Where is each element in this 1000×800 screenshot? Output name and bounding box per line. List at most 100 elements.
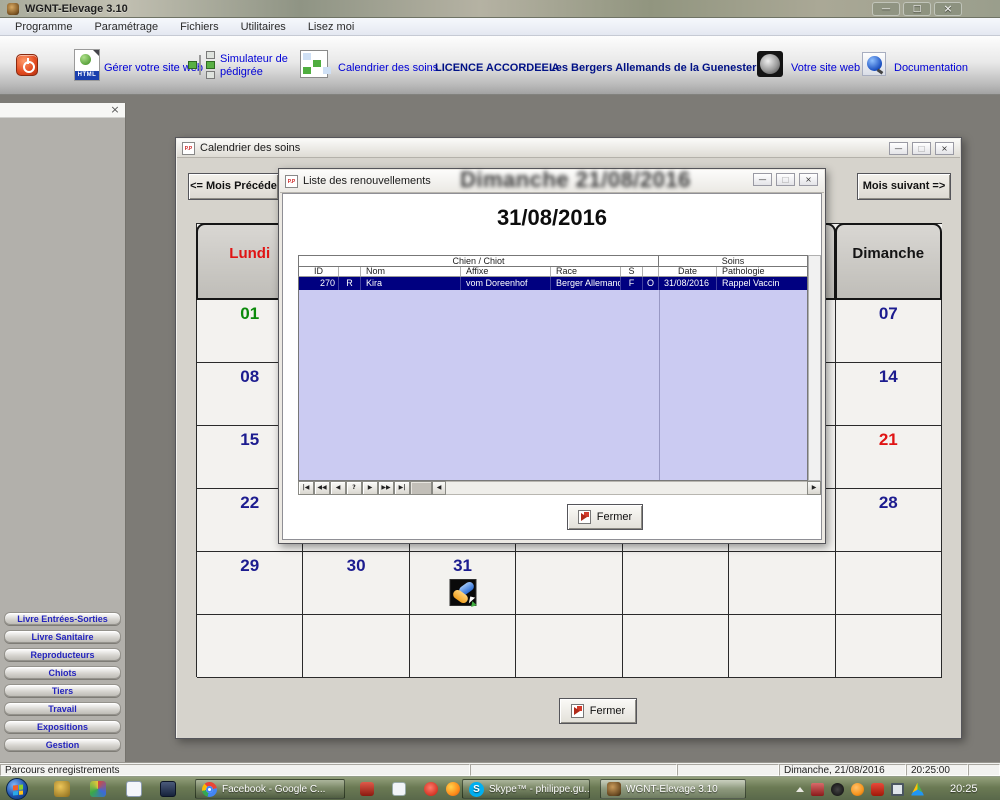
taskbar-icon-white[interactable] <box>392 782 406 796</box>
calendar-day-cell[interactable] <box>516 552 622 615</box>
tray-icon-red[interactable] <box>811 783 824 796</box>
sidebar-close-icon[interactable] <box>109 104 121 116</box>
tray-icon-pinwheel[interactable] <box>831 783 844 796</box>
calendar-day-cell[interactable] <box>516 615 622 678</box>
manage-website-icon[interactable]: HTML <box>74 49 100 81</box>
nav-fast-forward-button[interactable]: ▶▶ <box>378 481 394 495</box>
calendar-day-cell[interactable] <box>197 615 303 678</box>
taskbar-task-skype[interactable]: Skype™ - philippe.gu... <box>462 779 590 799</box>
next-month-button[interactable]: Mois suivant => <box>857 173 951 200</box>
table-row-selected[interactable]: 270 R Kira vom Doreenhof Berger Allemand… <box>298 277 808 290</box>
wgnt-app-icon <box>607 782 621 796</box>
tray-icon-speaker[interactable] <box>871 783 884 796</box>
power-button[interactable] <box>16 54 38 76</box>
firefox-icon[interactable] <box>446 782 460 796</box>
menu-lisez-moi[interactable]: Lisez moi <box>297 18 365 36</box>
calendar-day-cell-31[interactable]: 31 <box>410 552 516 615</box>
scroll-right-icon[interactable] <box>807 481 821 495</box>
calendar-day-cell[interactable] <box>623 552 729 615</box>
close-button[interactable]: × <box>799 173 818 186</box>
tray-icon-display[interactable] <box>891 783 904 796</box>
pedigree-simulator-label-line2[interactable]: pédigrée <box>220 66 263 78</box>
start-button[interactable] <box>6 778 28 800</box>
pinned-icon-colored[interactable] <box>90 781 106 797</box>
calendar-day-cell[interactable]: 21 <box>836 426 942 489</box>
pinned-icon-laptop[interactable] <box>160 781 176 797</box>
pedigree-simulator-icon[interactable] <box>188 51 216 79</box>
cell-race: Berger Allemand <box>551 277 621 290</box>
nav-last-button[interactable]: ▶| <box>394 481 410 495</box>
calendar-day-cell[interactable]: 28 <box>836 489 942 552</box>
column-race: Race <box>551 267 621 276</box>
scroll-left-icon[interactable] <box>432 481 446 495</box>
table-empty-area[interactable] <box>298 290 808 481</box>
taskbar-clock[interactable]: 20:25 <box>950 777 978 800</box>
taskbar-icon-red-circle[interactable] <box>424 782 438 796</box>
care-calendar-icon[interactable] <box>300 50 328 78</box>
scrollbar-track[interactable] <box>446 481 807 495</box>
globe-icon[interactable] <box>757 51 783 77</box>
nav-forward-button[interactable]: ▶ <box>362 481 378 495</box>
menu-fichiers[interactable]: Fichiers <box>169 18 230 36</box>
app-titlebar[interactable]: WGNT-Elevage 3.10 <box>0 0 1000 18</box>
calendar-day-cell[interactable]: 30 <box>303 552 409 615</box>
tray-icon-drive[interactable] <box>911 783 924 796</box>
tray-icon-orange[interactable] <box>851 783 864 796</box>
tray-expand-icon[interactable] <box>796 787 804 792</box>
dialog-titlebar[interactable]: Liste des renouvellements — □ × <box>280 170 824 193</box>
pedigree-simulator-label-line1[interactable]: Simulateur de <box>220 53 288 65</box>
documentation-icon[interactable] <box>862 52 886 76</box>
close-button[interactable] <box>934 2 962 16</box>
cell-pathologie: Rappel Vaccin <box>717 277 807 290</box>
nav-back-button[interactable]: ◀ <box>330 481 346 495</box>
maximize-button[interactable] <box>903 2 931 16</box>
sidebar-button-tiers[interactable]: Tiers <box>4 684 121 697</box>
care-calendar-label[interactable]: Calendrier des soins <box>338 62 438 74</box>
sidebar-button-livre-entrees-sorties[interactable]: Livre Entrées-Sorties <box>4 612 121 625</box>
sidebar-button-gestion[interactable]: Gestion <box>4 738 121 751</box>
sidebar-button-chiots[interactable]: Chiots <box>4 666 121 679</box>
calendar-day-cell[interactable] <box>729 552 835 615</box>
pinned-icon-gold[interactable] <box>54 781 70 797</box>
minimize-button[interactable] <box>872 2 900 16</box>
sidebar-button-livre-sanitaire[interactable]: Livre Sanitaire <box>4 630 121 643</box>
calendar-day-cell[interactable]: 07 <box>836 300 942 363</box>
nav-search-button[interactable]: ? <box>346 481 362 495</box>
pinned-icon-document[interactable] <box>126 781 142 797</box>
menu-parametrage[interactable]: Paramétrage <box>83 18 169 36</box>
calendar-day-cell[interactable] <box>303 615 409 678</box>
vertical-scrollbar[interactable] <box>808 255 821 481</box>
calendar-day-cell[interactable] <box>836 552 942 615</box>
taskbar-icon-red[interactable] <box>360 782 374 796</box>
documentation-label[interactable]: Documentation <box>894 62 968 74</box>
minimize-button[interactable]: — <box>753 173 772 186</box>
calendar-day-cell[interactable] <box>729 615 835 678</box>
taskbar-task-chrome[interactable]: Facebook - Google C... <box>195 779 345 799</box>
nav-fast-back-button[interactable]: ◀◀ <box>314 481 330 495</box>
calendar-day-cell[interactable] <box>623 615 729 678</box>
calendar-close-button[interactable]: Fermer <box>559 698 637 724</box>
calendar-window-titlebar[interactable]: Calendrier des soins — □ × <box>177 139 960 158</box>
scrollbar-thumb[interactable] <box>410 481 432 495</box>
dialog-close-button[interactable]: Fermer <box>567 504 643 530</box>
maximize-button[interactable]: □ <box>776 173 795 186</box>
calendar-day-cell[interactable]: 29 <box>197 552 303 615</box>
maximize-button[interactable]: □ <box>912 142 931 155</box>
calendar-day-cell[interactable] <box>410 615 516 678</box>
exit-icon <box>571 704 584 718</box>
column-nom: Nom <box>361 267 461 276</box>
sidebar-button-expositions[interactable]: Expositions <box>4 720 121 733</box>
calendar-day-cell[interactable]: 14 <box>836 363 942 426</box>
nav-first-button[interactable]: |◀ <box>298 481 314 495</box>
sidebar-button-reproducteurs[interactable]: Reproducteurs <box>4 648 121 661</box>
menu-programme[interactable]: Programme <box>4 18 83 36</box>
close-button[interactable]: × <box>935 142 954 155</box>
calendar-day-cell[interactable] <box>836 615 942 678</box>
menu-utilitaires[interactable]: Utilitaires <box>230 18 297 36</box>
sidebar-button-travail[interactable]: Travail <box>4 702 121 715</box>
medication-icon[interactable] <box>449 579 476 606</box>
minimize-button[interactable]: — <box>889 142 908 155</box>
your-website-label[interactable]: Votre site web <box>791 62 860 74</box>
previous-month-button[interactable]: <= Mois Précéde <box>188 173 279 200</box>
taskbar-task-wgnt[interactable]: WGNT-Elevage 3.10 <box>600 779 746 799</box>
